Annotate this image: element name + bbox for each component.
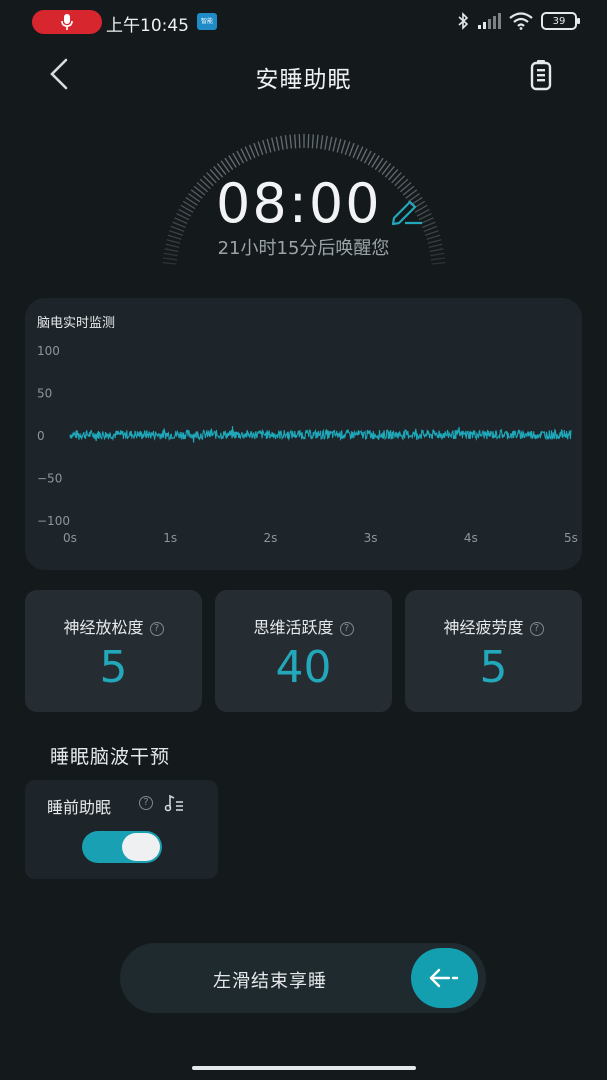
bluetooth-icon (458, 12, 469, 30)
toggle-knob (122, 833, 160, 861)
dial-tick (280, 135, 284, 150)
status-bar: 上午10:45 智能 39 (0, 0, 607, 44)
help-icon[interactable]: ? (139, 796, 153, 810)
app-notification-icon: 智能 (197, 13, 217, 30)
dial-tick (423, 225, 438, 232)
dial-tick (422, 221, 436, 229)
dial-tick (172, 221, 186, 229)
dial-tick (275, 136, 280, 151)
y-tick-label: −50 (37, 472, 62, 486)
dial-tick (324, 135, 328, 150)
x-tick-label: 0s (63, 531, 77, 545)
status-icons: 39 (457, 12, 580, 30)
slide-label: 左滑结束享睡 (213, 971, 327, 992)
metric-label: 神经放松度 (63, 618, 144, 637)
help-icon[interactable]: ? (149, 622, 164, 636)
x-tick-label: 2s (263, 531, 277, 545)
dial-tick (271, 137, 276, 152)
sleep-assist-screen: 上午10:45 智能 39 安睡助眠 08:00 21小时15分后唤醒您 脑电实… (0, 0, 607, 1080)
dial-tick (340, 139, 346, 154)
edit-alarm-button[interactable] (388, 196, 424, 226)
dial-tick (320, 135, 324, 150)
dial-tick (348, 142, 355, 157)
dial-tick (352, 144, 360, 159)
help-icon[interactable]: ? (529, 622, 544, 636)
dial-tick (253, 142, 260, 157)
y-tick-label: 50 (37, 387, 52, 401)
device-battery-icon (530, 60, 552, 91)
y-tick-label: 0 (37, 429, 45, 443)
recording-indicator[interactable] (32, 10, 102, 34)
slide-to-end-bar[interactable]: 左滑结束享睡 (120, 943, 486, 1013)
dial-tick (311, 134, 314, 149)
music-list-icon[interactable] (163, 792, 185, 814)
metric-value: 5 (479, 642, 508, 693)
x-tick-label: 1s (163, 531, 177, 545)
x-tick-label: 5s (564, 531, 578, 545)
wake-countdown: 21小时15分后唤醒您 (217, 238, 390, 259)
x-tick-label: 4s (464, 531, 478, 545)
dial-tick (294, 134, 297, 149)
dial-tick (174, 217, 188, 225)
pencil-icon (391, 200, 422, 226)
metric-value: 40 (275, 642, 332, 693)
dial-tick (257, 141, 264, 156)
dial-tick (289, 134, 293, 149)
pre-sleep-label: 睡前助眠 (47, 798, 112, 817)
y-tick-label: −100 (37, 514, 70, 528)
page-title: 安睡助眠 (255, 67, 352, 93)
metric-relaxation-card: 神经放松度? 5 (25, 590, 202, 712)
wifi-icon (509, 12, 533, 30)
alarm-time[interactable]: 08:00 (216, 172, 382, 235)
pre-sleep-toggle[interactable] (82, 831, 162, 863)
eeg-chart: 100 50 0 −50 −100 0s 1s 2s 3s 4s 5s (37, 344, 578, 545)
dial-tick (315, 134, 319, 149)
dial-tick (284, 135, 288, 150)
dial-tick (431, 261, 446, 265)
metric-activity-card: 思维活跃度? 40 (215, 590, 392, 712)
arrow-left-icon (429, 968, 459, 988)
dial-tick (262, 139, 268, 154)
dial-tick (298, 134, 301, 149)
eeg-series-line (69, 426, 572, 443)
metric-label: 神经疲劳度 (443, 618, 524, 637)
dial-tick (162, 261, 177, 265)
signal-icon (478, 13, 501, 29)
home-indicator[interactable] (192, 1066, 416, 1070)
pre-sleep-card: 睡前助眠 ? (25, 780, 218, 879)
device-battery-button[interactable] (526, 58, 556, 92)
section-title: 睡眠脑波干预 (50, 746, 171, 768)
metric-value: 5 (99, 642, 128, 693)
metric-label: 思维活跃度 (253, 618, 334, 637)
metric-fatigue-card: 神经疲劳度? 5 (405, 590, 582, 712)
dial-tick (328, 136, 333, 151)
dial-tick (248, 144, 256, 159)
battery-indicator: 39 (541, 12, 580, 30)
x-tick-label: 3s (364, 531, 378, 545)
dial-tick (344, 141, 351, 156)
status-time: 上午10:45 (106, 16, 189, 36)
dial-tick (170, 225, 185, 232)
dial-tick (266, 138, 272, 153)
dial-tick (307, 134, 310, 149)
y-tick-label: 100 (37, 344, 60, 358)
microphone-icon (61, 14, 73, 30)
dial-tick (336, 138, 342, 153)
help-icon[interactable]: ? (339, 622, 354, 636)
dial-tick (332, 137, 337, 152)
slide-handle[interactable] (411, 948, 478, 1008)
eeg-monitor-card: 脑电实时监测 100 50 0 −50 −100 0s 1s 2s 3s 4s 5s (25, 298, 582, 570)
